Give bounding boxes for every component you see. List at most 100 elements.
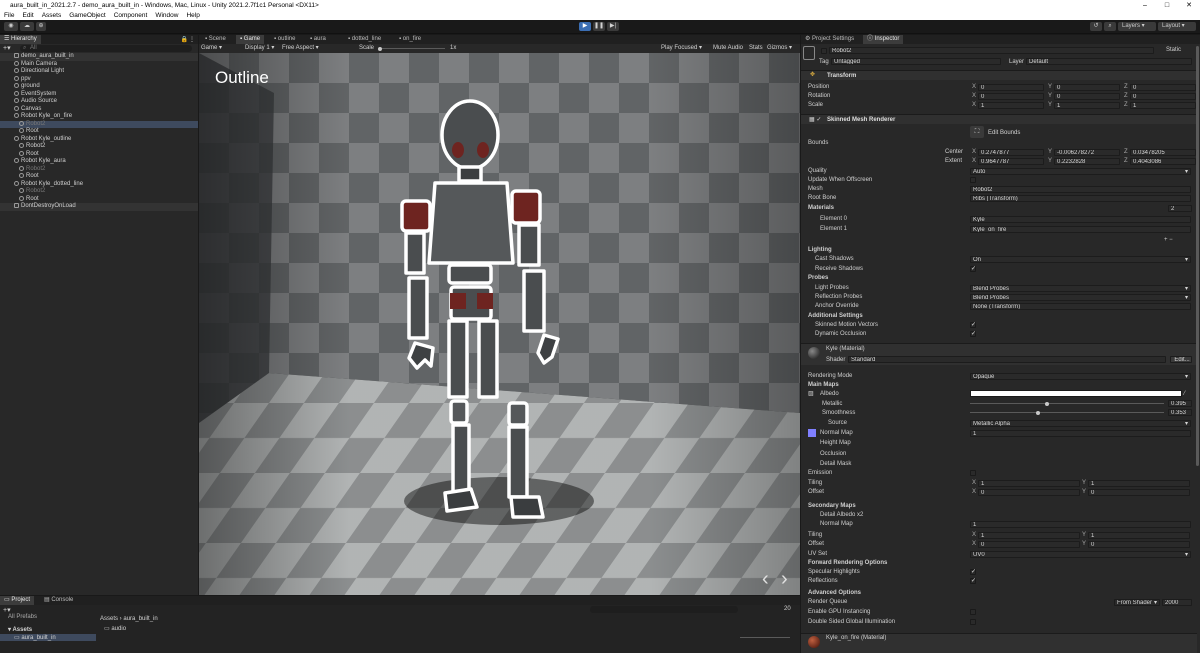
layer-dropdown[interactable]: Default <box>1026 58 1192 65</box>
nav-prev-button[interactable]: ‹ <box>762 569 769 589</box>
source-dropdown[interactable]: Metallic Alpha ▾ <box>970 420 1191 427</box>
eyedropper-icon[interactable]: ⁄ <box>1184 390 1185 398</box>
active-checkbox[interactable] <box>821 48 827 54</box>
position-field-z[interactable]: 0 <box>1130 84 1196 91</box>
aspect-dropdown[interactable]: Free Aspect ▾ <box>282 44 319 53</box>
hierarchy-item[interactable]: Robot2 <box>19 165 45 174</box>
receive-shadows-checkbox[interactable]: ✓ <box>970 266 976 272</box>
search-icon[interactable]: ⌕ <box>1104 22 1116 31</box>
cast-shadows-dropdown[interactable]: On ▾ <box>970 256 1191 263</box>
history-icon[interactable]: ↺ <box>1090 22 1102 31</box>
texture-slot-icon[interactable]: ▨ <box>808 390 814 398</box>
center-field-x[interactable]: 0.2747877 <box>978 149 1044 156</box>
maximize-button[interactable]: □ <box>1156 0 1178 11</box>
specular-highlights-checkbox[interactable]: ✓ <box>970 569 976 575</box>
pause-button[interactable]: ❚❚ <box>593 22 605 31</box>
gpu-instancing-checkbox[interactable] <box>970 609 976 615</box>
add-remove-material-buttons[interactable]: + − <box>1164 236 1173 244</box>
scale-slider-knob[interactable] <box>378 46 382 51</box>
reflections-checkbox[interactable]: ✓ <box>970 578 976 584</box>
smr-header[interactable]: Skinned Mesh Renderer <box>801 114 1197 124</box>
cloud-icon[interactable]: ☁ <box>20 22 34 31</box>
hierarchy-item[interactable]: Root <box>19 173 39 181</box>
hierarchy-item[interactable]: Robot2 <box>0 120 198 128</box>
scale-field-z[interactable]: 1 <box>1130 102 1196 109</box>
minimize-button[interactable]: – <box>1134 0 1156 11</box>
scale-field-x[interactable]: 1 <box>978 102 1044 109</box>
secondary-offset-field-x[interactable]: 0 <box>978 541 1080 548</box>
double-sided-gi-checkbox[interactable] <box>970 619 976 625</box>
hierarchy-item[interactable]: Root <box>19 150 39 159</box>
display-mode-dropdown[interactable]: Game ▾ <box>201 44 222 53</box>
play-button[interactable]: ▶ <box>579 22 591 31</box>
mesh-field[interactable]: Robot2 <box>970 186 1191 193</box>
hierarchy-item[interactable]: Root <box>19 128 39 136</box>
render-queue-field[interactable]: 2000 <box>1162 599 1192 606</box>
albedo-color-swatch[interactable] <box>970 390 1182 397</box>
mute-audio-toggle[interactable]: Mute Audio <box>713 44 743 53</box>
rendering-mode-dropdown[interactable]: Opaque ▾ <box>970 373 1191 380</box>
secondary-tiling-field-y[interactable]: 1 <box>1088 532 1190 539</box>
smoothness-slider-value[interactable]: 0.353 <box>1168 409 1192 416</box>
project-search-input[interactable] <box>590 606 738 613</box>
edit-shader-button[interactable]: Edit... <box>1170 356 1192 363</box>
folder-audio[interactable]: ▭ audio <box>104 625 126 632</box>
hierarchy-item[interactable]: Root <box>19 195 39 204</box>
account-icon[interactable]: ◉ <box>4 22 18 31</box>
light-probes-dropdown[interactable]: Blend Probes ▾ <box>970 285 1191 292</box>
layout-dropdown[interactable]: Layout ▾ <box>1158 22 1196 31</box>
hierarchy-item[interactable]: Main Camera <box>14 60 57 69</box>
extent-field-z[interactable]: 0.4043086 <box>1130 158 1196 165</box>
tag-dropdown[interactable]: Untagged <box>831 58 1001 65</box>
reflection-probes-dropdown[interactable]: Blend Probes ▾ <box>970 294 1191 301</box>
normal-map-texture-icon[interactable] <box>808 429 816 437</box>
scale-slider-track[interactable] <box>379 48 445 49</box>
smoothness-slider-track[interactable] <box>970 412 1164 413</box>
rotation-field-x[interactable]: 0 <box>978 93 1044 100</box>
tree-all-prefabs[interactable]: All Prefabs <box>8 614 37 620</box>
skinned-motion-checkbox[interactable]: ✓ <box>970 322 976 328</box>
tab-project-settings[interactable]: ⚙ Project Settings <box>801 35 858 44</box>
scale-field-y[interactable]: 1 <box>1054 102 1120 109</box>
tiling-field-x[interactable]: 1 <box>978 480 1080 487</box>
lock-icon[interactable]: 🔒 <box>181 36 188 43</box>
offset-field-y[interactable]: 0 <box>1088 489 1190 496</box>
breadcrumb-aura[interactable]: aura_built_in <box>123 616 157 622</box>
secondary-normal-map-field[interactable]: 1 <box>970 521 1191 528</box>
inspector-scrollbar[interactable] <box>1196 46 1199 466</box>
collab-icon[interactable]: ⊕ <box>36 22 46 31</box>
breadcrumb-assets[interactable]: Assets <box>100 616 118 622</box>
step-button[interactable]: ▶| <box>607 22 619 31</box>
secondary-offset-field-y[interactable]: 0 <box>1088 541 1190 548</box>
hierarchy-item[interactable]: Directional Light <box>14 68 64 76</box>
anchor-override-field[interactable]: None (Transform) <box>970 303 1191 310</box>
hierarchy-item[interactable]: Canvas <box>14 105 41 114</box>
menu-assets[interactable]: Assets <box>42 11 62 20</box>
hierarchy-item[interactable]: Robot2 <box>19 188 45 196</box>
root-bone-field[interactable]: Ribs (Transform) <box>970 195 1191 202</box>
render-queue-mode-dropdown[interactable]: From Shader ▾ <box>1114 599 1160 606</box>
tab-scene[interactable]: ▪ Scene <box>201 35 230 44</box>
tab-outline[interactable]: ▪ outline <box>270 35 299 44</box>
add-icon[interactable]: +▾ <box>3 606 11 614</box>
normal-map-scale-field[interactable]: 1 <box>970 430 1191 437</box>
extent-field-y[interactable]: 0.2232828 <box>1054 158 1120 165</box>
rotation-field-z[interactable]: 0 <box>1130 93 1196 100</box>
position-field-x[interactable]: 0 <box>978 84 1044 91</box>
icon-size-slider[interactable] <box>740 637 790 638</box>
uv-set-dropdown[interactable]: UV0 ▾ <box>970 551 1191 558</box>
hierarchy-item[interactable]: Robot Kyle_dotted_line <box>14 180 83 189</box>
metallic-slider-track[interactable] <box>970 403 1164 404</box>
layers-dropdown[interactable]: Layers ▾ <box>1118 22 1156 31</box>
tab-project[interactable]: ▭ Project <box>0 596 35 605</box>
menu-help[interactable]: Help <box>186 11 199 20</box>
static-toggle[interactable]: Static <box>1166 47 1181 53</box>
transform-header[interactable]: Transform <box>801 70 1197 80</box>
menu-gameobject[interactable]: GameObject <box>69 11 106 20</box>
hierarchy-item[interactable]: Robot Kyle_on_fire <box>14 113 72 121</box>
emission-checkbox[interactable] <box>970 470 976 476</box>
center-field-z[interactable]: 0.03478205 <box>1130 149 1196 156</box>
update-offscreen-checkbox[interactable] <box>970 177 976 183</box>
hierarchy-item[interactable]: ground <box>14 83 40 91</box>
tab-inspector[interactable]: ⓘ Inspector <box>863 35 904 44</box>
